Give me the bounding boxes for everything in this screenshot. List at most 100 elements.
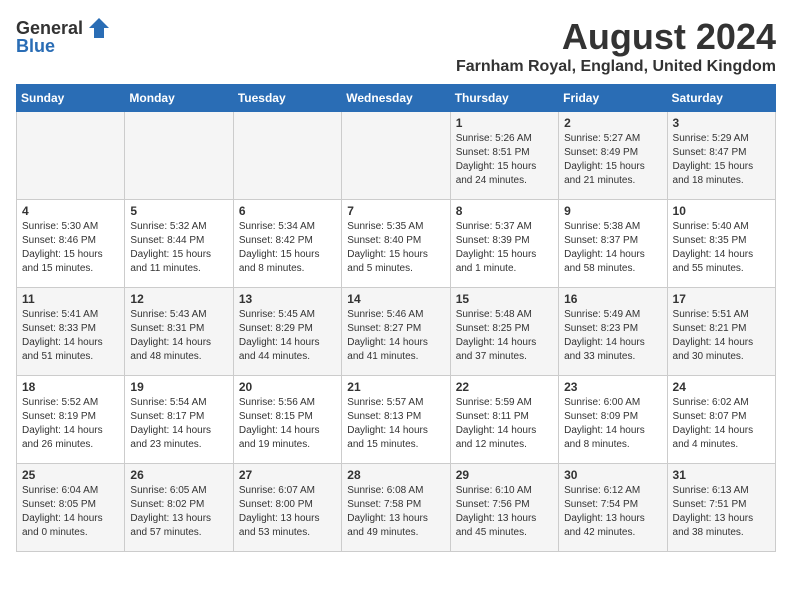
day-number: 14: [347, 292, 444, 306]
cell-sun-info: Sunrise: 6:13 AM Sunset: 7:51 PM Dayligh…: [673, 484, 770, 540]
cell-sun-info: Sunrise: 5:32 AM Sunset: 8:44 PM Dayligh…: [130, 220, 227, 276]
calendar-cell: 7Sunrise: 5:35 AM Sunset: 8:40 PM Daylig…: [342, 200, 450, 288]
day-number: 5: [130, 204, 227, 218]
day-number: 19: [130, 380, 227, 394]
cell-sun-info: Sunrise: 5:26 AM Sunset: 8:51 PM Dayligh…: [456, 132, 553, 188]
cell-sun-info: Sunrise: 5:52 AM Sunset: 8:19 PM Dayligh…: [22, 396, 119, 452]
calendar-cell: [342, 112, 450, 200]
calendar-cell: 15 Sunrise: 5:48 AM Sunset: 8:25 PM Dayli…: [450, 288, 558, 376]
calendar-cell: 27 Sunrise: 6:07 AM Sunset: 8:00 PM Dayli…: [233, 464, 341, 552]
day-number: 25: [22, 468, 119, 482]
cell-sun-info: Sunrise: 6:05 AM Sunset: 8:02 PM Dayligh…: [130, 484, 227, 540]
day-number: 27: [239, 468, 336, 482]
weekday-header-tuesday: Tuesday: [233, 85, 341, 112]
cell-sun-info: Sunrise: 5:29 AM Sunset: 8:47 PM Dayligh…: [673, 132, 770, 188]
cell-sun-info: Sunrise: 5:46 AM Sunset: 8:27 PM Dayligh…: [347, 308, 444, 364]
calendar-cell: 16 Sunrise: 5:49 AM Sunset: 8:23 PM Dayli…: [559, 288, 667, 376]
cell-sun-info: Sunrise: 5:59 AM Sunset: 8:11 PM Dayligh…: [456, 396, 553, 452]
calendar-cell: 17 Sunrise: 5:51 AM Sunset: 8:21 PM Dayli…: [667, 288, 775, 376]
day-number: 12: [130, 292, 227, 306]
calendar-week-row: 11Sunrise: 5:41 AM Sunset: 8:33 PM Dayli…: [17, 288, 776, 376]
cell-sun-info: Sunrise: 5:54 AM Sunset: 8:17 PM Dayligh…: [130, 396, 227, 452]
calendar-table: SundayMondayTuesdayWednesdayThursdayFrid…: [16, 84, 776, 552]
day-number: 13: [239, 292, 336, 306]
day-number: 26: [130, 468, 227, 482]
calendar-cell: 30 Sunrise: 6:12 AM Sunset: 7:54 PM Dayli…: [559, 464, 667, 552]
calendar-week-row: 1 Sunrise: 5:26 AM Sunset: 8:51 PM Daylig…: [17, 112, 776, 200]
cell-sun-info: Sunrise: 5:57 AM Sunset: 8:13 PM Dayligh…: [347, 396, 444, 452]
weekday-header-friday: Friday: [559, 85, 667, 112]
day-number: 1: [456, 116, 553, 130]
day-number: 20: [239, 380, 336, 394]
logo: General Blue: [16, 16, 111, 57]
calendar-cell: 12 Sunrise: 5:43 AM Sunset: 8:31 PM Dayli…: [125, 288, 233, 376]
calendar-cell: 6 Sunrise: 5:34 AM Sunset: 8:42 PM Daylig…: [233, 200, 341, 288]
weekday-header-sunday: Sunday: [17, 85, 125, 112]
cell-sun-info: Sunrise: 6:02 AM Sunset: 8:07 PM Dayligh…: [673, 396, 770, 452]
calendar-cell: [233, 112, 341, 200]
logo-icon: [87, 16, 111, 40]
cell-sun-info: Sunrise: 5:40 AM Sunset: 8:35 PM Dayligh…: [673, 220, 770, 276]
day-number: 29: [456, 468, 553, 482]
calendar-cell: 9 Sunrise: 5:38 AM Sunset: 8:37 PM Daylig…: [559, 200, 667, 288]
day-number: 3: [673, 116, 770, 130]
weekday-header-row: SundayMondayTuesdayWednesdayThursdayFrid…: [17, 85, 776, 112]
day-number: 8: [456, 204, 553, 218]
cell-sun-info: Sunrise: 5:48 AM Sunset: 8:25 PM Dayligh…: [456, 308, 553, 364]
calendar-cell: 1 Sunrise: 5:26 AM Sunset: 8:51 PM Daylig…: [450, 112, 558, 200]
calendar-cell: 24 Sunrise: 6:02 AM Sunset: 8:07 PM Dayli…: [667, 376, 775, 464]
calendar-cell: 18 Sunrise: 5:52 AM Sunset: 8:19 PM Dayli…: [17, 376, 125, 464]
day-number: 9: [564, 204, 661, 218]
calendar-cell: 31 Sunrise: 6:13 AM Sunset: 7:51 PM Dayli…: [667, 464, 775, 552]
day-number: 23: [564, 380, 661, 394]
cell-sun-info: Sunrise: 5:34 AM Sunset: 8:42 PM Dayligh…: [239, 220, 336, 276]
day-number: 16: [564, 292, 661, 306]
month-year: August 2024: [456, 16, 776, 58]
calendar-week-row: 4Sunrise: 5:30 AM Sunset: 8:46 PM Daylig…: [17, 200, 776, 288]
calendar-cell: 4Sunrise: 5:30 AM Sunset: 8:46 PM Daylig…: [17, 200, 125, 288]
title-block: August 2024 Farnham Royal, England, Unit…: [456, 16, 776, 76]
location: Farnham Royal, England, United Kingdom: [456, 58, 776, 76]
calendar-cell: 8 Sunrise: 5:37 AM Sunset: 8:39 PM Daylig…: [450, 200, 558, 288]
day-number: 15: [456, 292, 553, 306]
day-number: 10: [673, 204, 770, 218]
calendar-week-row: 18 Sunrise: 5:52 AM Sunset: 8:19 PM Dayli…: [17, 376, 776, 464]
calendar-cell: 29 Sunrise: 6:10 AM Sunset: 7:56 PM Dayli…: [450, 464, 558, 552]
cell-sun-info: Sunrise: 5:56 AM Sunset: 8:15 PM Dayligh…: [239, 396, 336, 452]
cell-sun-info: Sunrise: 6:08 AM Sunset: 7:58 PM Dayligh…: [347, 484, 444, 540]
calendar-cell: 20 Sunrise: 5:56 AM Sunset: 8:15 PM Dayli…: [233, 376, 341, 464]
day-number: 30: [564, 468, 661, 482]
calendar-cell: 28 Sunrise: 6:08 AM Sunset: 7:58 PM Dayli…: [342, 464, 450, 552]
cell-sun-info: Sunrise: 6:07 AM Sunset: 8:00 PM Dayligh…: [239, 484, 336, 540]
cell-sun-info: Sunrise: 5:37 AM Sunset: 8:39 PM Dayligh…: [456, 220, 553, 276]
weekday-header-monday: Monday: [125, 85, 233, 112]
calendar-cell: 2Sunrise: 5:27 AM Sunset: 8:49 PM Daylig…: [559, 112, 667, 200]
cell-sun-info: Sunrise: 6:00 AM Sunset: 8:09 PM Dayligh…: [564, 396, 661, 452]
weekday-header-thursday: Thursday: [450, 85, 558, 112]
calendar-cell: 13Sunrise: 5:45 AM Sunset: 8:29 PM Dayli…: [233, 288, 341, 376]
cell-sun-info: Sunrise: 6:12 AM Sunset: 7:54 PM Dayligh…: [564, 484, 661, 540]
calendar-cell: [17, 112, 125, 200]
cell-sun-info: Sunrise: 5:38 AM Sunset: 8:37 PM Dayligh…: [564, 220, 661, 276]
day-number: 4: [22, 204, 119, 218]
cell-sun-info: Sunrise: 5:51 AM Sunset: 8:21 PM Dayligh…: [673, 308, 770, 364]
calendar-cell: 3 Sunrise: 5:29 AM Sunset: 8:47 PM Daylig…: [667, 112, 775, 200]
day-number: 28: [347, 468, 444, 482]
cell-sun-info: Sunrise: 5:43 AM Sunset: 8:31 PM Dayligh…: [130, 308, 227, 364]
calendar-cell: 25 Sunrise: 6:04 AM Sunset: 8:05 PM Dayli…: [17, 464, 125, 552]
day-number: 6: [239, 204, 336, 218]
page-header: General Blue August 2024 Farnham Royal, …: [16, 16, 776, 76]
calendar-cell: 14 Sunrise: 5:46 AM Sunset: 8:27 PM Dayli…: [342, 288, 450, 376]
calendar-cell: 5 Sunrise: 5:32 AM Sunset: 8:44 PM Daylig…: [125, 200, 233, 288]
weekday-header-wednesday: Wednesday: [342, 85, 450, 112]
cell-sun-info: Sunrise: 6:04 AM Sunset: 8:05 PM Dayligh…: [22, 484, 119, 540]
day-number: 22: [456, 380, 553, 394]
day-number: 24: [673, 380, 770, 394]
cell-sun-info: Sunrise: 5:49 AM Sunset: 8:23 PM Dayligh…: [564, 308, 661, 364]
day-number: 31: [673, 468, 770, 482]
day-number: 17: [673, 292, 770, 306]
calendar-cell: 23 Sunrise: 6:00 AM Sunset: 8:09 PM Dayli…: [559, 376, 667, 464]
day-number: 18: [22, 380, 119, 394]
cell-sun-info: Sunrise: 6:10 AM Sunset: 7:56 PM Dayligh…: [456, 484, 553, 540]
day-number: 7: [347, 204, 444, 218]
